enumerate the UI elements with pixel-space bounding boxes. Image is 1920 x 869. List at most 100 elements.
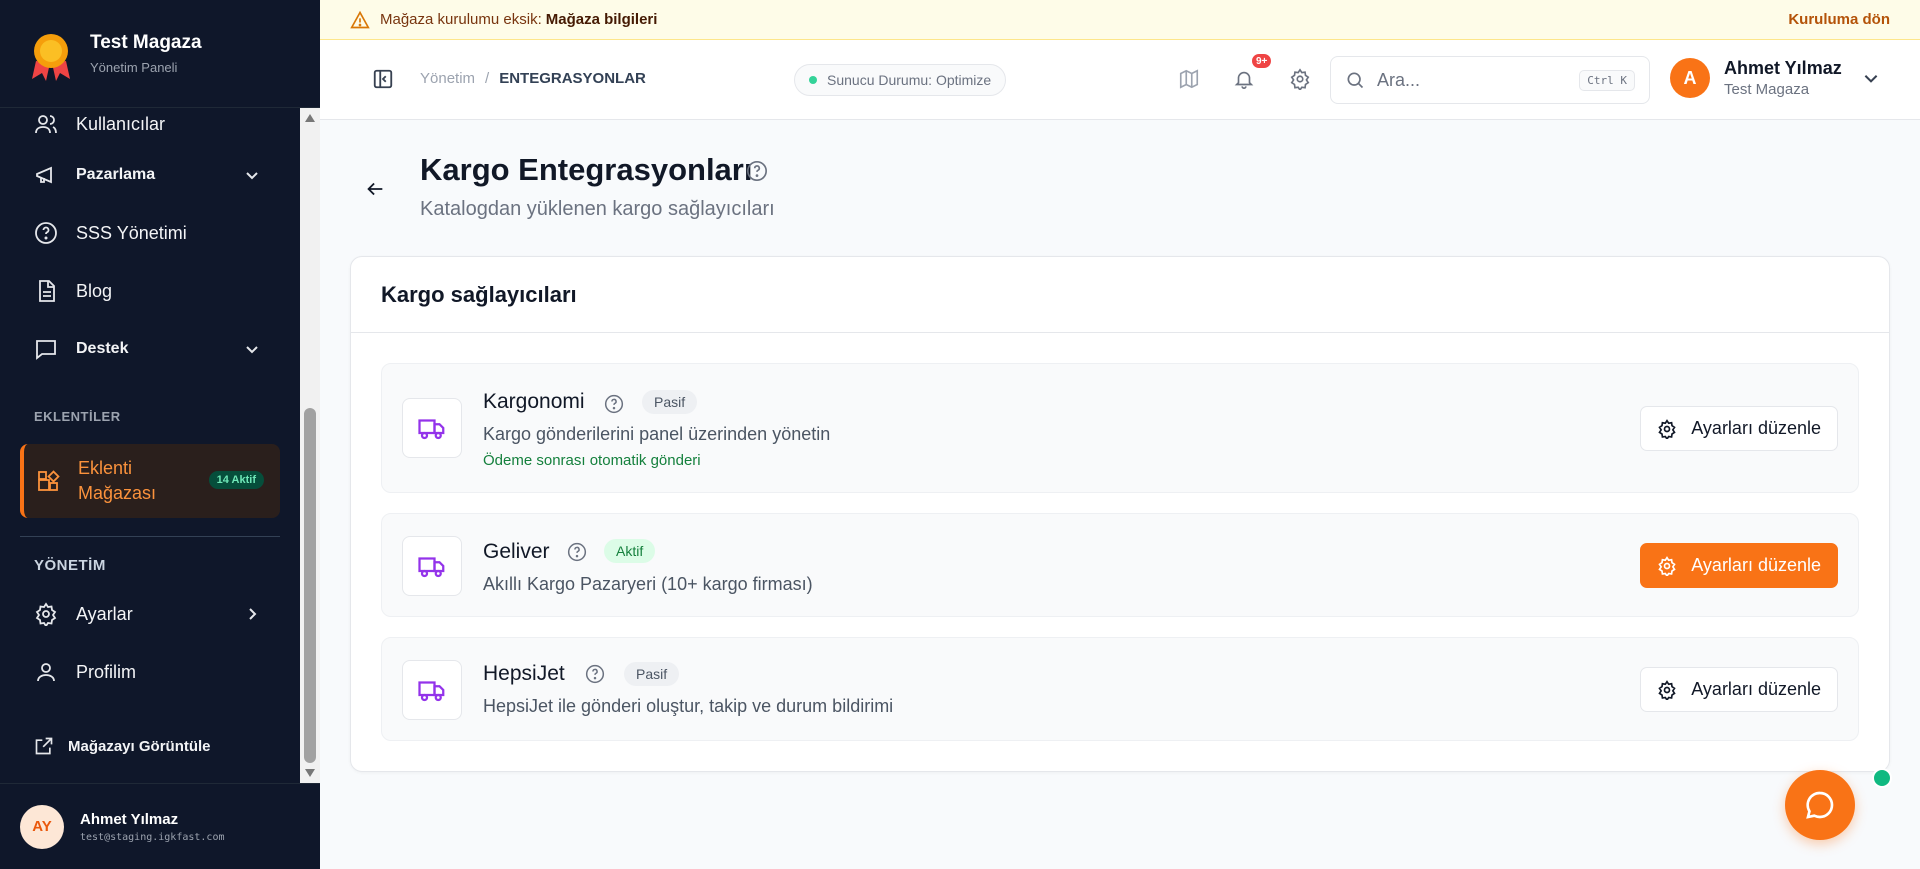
- button-label: Ayarları düzenle: [1691, 555, 1821, 575]
- truck-icon: [402, 660, 462, 720]
- help-circle-icon[interactable]: [604, 394, 624, 414]
- chat-icon: [34, 337, 58, 361]
- sidebar-item-support[interactable]: Destek: [0, 320, 300, 378]
- edit-settings-button[interactable]: Ayarları düzenle: [1640, 667, 1838, 712]
- back-arrow-icon[interactable]: [364, 178, 386, 200]
- providers-card: Kargo sağlayıcıları Kargonomi Pasif Karg…: [350, 256, 1890, 772]
- sidebar-item-label: Kullanıcılar: [76, 113, 166, 134]
- divider: [20, 536, 280, 537]
- avatar: AY: [20, 804, 64, 849]
- sidebar-item-label: Profilim: [76, 661, 137, 682]
- banner-link[interactable]: Mağaza bilgileri: [546, 11, 658, 28]
- bell-icon[interactable]: [1233, 68, 1257, 92]
- server-status-text: Sunucu Durumu: Optimize: [827, 72, 992, 88]
- chevron-down-icon: [244, 341, 260, 357]
- brand-title: Test Magaza: [90, 32, 202, 53]
- sidebar-item-label: Blog: [76, 280, 113, 301]
- brand-subtitle: Yönetim Paneli: [90, 60, 178, 75]
- sidebar-item-plugin-store[interactable]: Eklenti Mağazası 14 Aktif: [20, 444, 280, 518]
- gear-icon: [1657, 555, 1677, 578]
- setup-banner: Mağaza kurulumu eksik: Mağaza bilgileri …: [320, 0, 1920, 40]
- provider-row-hepsijet: HepsiJet Pasif HepsiJet ile gönderi oluş…: [381, 637, 1859, 741]
- chat-bubble-icon: [1804, 789, 1836, 821]
- user-name: Ahmet Yılmaz: [1724, 58, 1842, 78]
- breadcrumb-root[interactable]: Yönetim: [420, 70, 475, 87]
- sidebar-item-marketing[interactable]: Pazarlama: [0, 146, 300, 204]
- scroll-up-arrow[interactable]: [305, 114, 315, 122]
- button-label: Ayarları düzenle: [1691, 679, 1821, 699]
- document-icon: [34, 279, 58, 303]
- map-icon[interactable]: [1178, 68, 1202, 92]
- button-label: Ayarları düzenle: [1691, 418, 1821, 438]
- brand[interactable]: Test Magaza Yönetim Paneli: [0, 0, 320, 108]
- breadcrumb: Yönetim / ENTEGRASYONLAR: [420, 70, 646, 87]
- sidebar-item-label: SSS Yönetimi: [76, 222, 187, 243]
- sidebar: Test Magaza Yönetim Paneli Kullanıcılar …: [0, 0, 320, 869]
- sidebar-item-blog[interactable]: Blog: [0, 262, 300, 320]
- online-indicator: [1872, 768, 1892, 788]
- gear-icon: [1657, 418, 1677, 441]
- provider-description: Kargo gönderilerini panel üzerinden yöne…: [483, 424, 831, 444]
- chevron-down-icon: [244, 167, 260, 183]
- section-plugins: EKLENTİLER: [34, 408, 121, 424]
- user-email: test@staging.igkfast.com: [80, 831, 225, 843]
- status-badge: Aktif: [604, 539, 656, 563]
- search-input[interactable]: Ara... Ctrl K: [1330, 56, 1650, 104]
- provider-name: Kargonomi: [483, 390, 585, 413]
- help-circle-icon: [34, 221, 58, 245]
- provider-description: HepsiJet ile gönderi oluştur, takip ve d…: [483, 696, 894, 716]
- provider-description: Akıllı Kargo Pazaryeri (10+ kargo firmas…: [483, 574, 813, 594]
- chat-button[interactable]: [1785, 770, 1855, 840]
- user-store: Test Magaza: [1724, 81, 1810, 98]
- banner-text: Mağaza kurulumu eksik:: [380, 11, 542, 28]
- view-store-link[interactable]: Mağazayı Görüntüle: [0, 717, 300, 775]
- sidebar-item-settings[interactable]: Ayarlar: [0, 585, 300, 643]
- edit-settings-button[interactable]: Ayarları düzenle: [1640, 543, 1838, 588]
- help-circle-icon[interactable]: [567, 542, 587, 562]
- status-badge: Pasif: [642, 390, 698, 414]
- help-circle-icon[interactable]: [746, 160, 768, 182]
- top-header: Yönetim / ENTEGRASYONLAR Sunucu Durumu: Op…: [320, 40, 1920, 120]
- scroll-thumb[interactable]: [304, 408, 316, 763]
- sidebar-item-label: Destek: [76, 340, 129, 357]
- medal-icon: [28, 31, 74, 81]
- sidebar-item-profile[interactable]: Profilim: [0, 643, 300, 701]
- server-status-badge: Sunucu Durumu: Optimize: [794, 64, 1007, 96]
- page-subtitle: Katalogdan yüklenen kargo sağlayıcıları: [420, 198, 775, 220]
- return-to-setup-link[interactable]: Kuruluma dön: [1788, 11, 1890, 28]
- user-menu[interactable]: A Ahmet Yılmaz Test Magaza: [1670, 58, 1880, 98]
- provider-name: Geliver: [483, 540, 550, 563]
- breadcrumb-current: ENTEGRASYONLAR: [499, 70, 646, 87]
- provider-row-kargonomi: Kargonomi Pasif Kargo gönderilerini pane…: [381, 363, 1859, 493]
- truck-icon: [402, 536, 462, 596]
- sidebar-scrollbar[interactable]: [300, 108, 320, 783]
- chevron-down-icon: [1862, 69, 1880, 87]
- user-name: Ahmet Yılmaz: [80, 810, 179, 828]
- provider-name: HepsiJet: [483, 662, 565, 685]
- sidebar-item-faq[interactable]: SSS Yönetimi: [0, 204, 300, 262]
- sidebar-item-label: Pazarlama: [76, 166, 156, 183]
- view-store-label: Mağazayı Görüntüle: [68, 737, 211, 755]
- sidebar-nav: Kullanıcılar Pazarlama SSS Yönetimi Blog: [0, 108, 300, 783]
- search-icon: [1345, 70, 1365, 90]
- sidebar-toggle-icon[interactable]: [372, 68, 394, 90]
- sidebar-item-label: Ayarlar: [76, 603, 133, 624]
- chevron-right-icon: [244, 606, 260, 622]
- gear-icon: [1657, 679, 1677, 702]
- search-shortcut: Ctrl K: [1579, 69, 1635, 91]
- section-admin: YÖNETİM: [34, 556, 106, 574]
- edit-settings-button[interactable]: Ayarları düzenle: [1640, 406, 1838, 451]
- sidebar-item-users[interactable]: Kullanıcılar: [0, 108, 300, 146]
- sidebar-item-label: Eklenti Mağazası: [78, 458, 157, 503]
- avatar: A: [1670, 58, 1710, 98]
- warning-icon: [350, 10, 370, 30]
- blocks-icon: [36, 469, 60, 493]
- sidebar-user[interactable]: AY Ahmet Yılmaz test@staging.igkfast.com: [0, 783, 320, 869]
- gear-icon[interactable]: [1289, 68, 1313, 92]
- help-circle-icon[interactable]: [585, 664, 605, 684]
- card-title: Kargo sağlayıcıları: [351, 257, 1889, 333]
- status-dot: [809, 76, 817, 84]
- megaphone-icon: [34, 163, 58, 187]
- status-badge: Pasif: [624, 662, 680, 686]
- scroll-down-arrow[interactable]: [305, 769, 315, 777]
